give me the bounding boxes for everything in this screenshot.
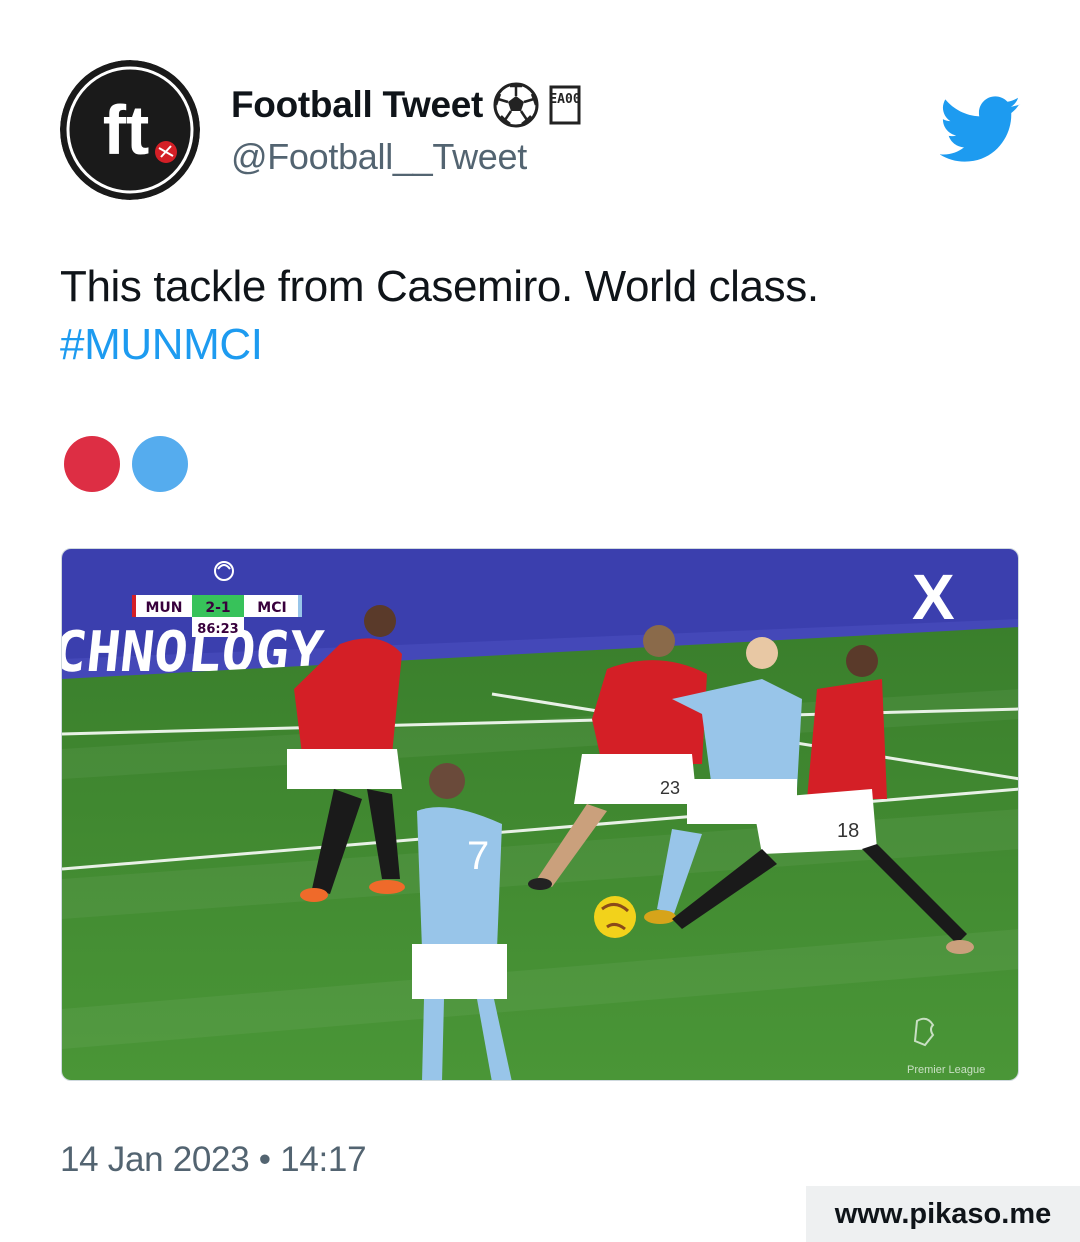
player-number-23: 23 <box>660 778 680 798</box>
scoreboard-away: MCI <box>257 600 286 616</box>
emoji-row <box>64 436 188 492</box>
author-avatar[interactable]: ft <box>60 60 200 200</box>
author-handle[interactable]: @Football__Tweet <box>231 136 527 178</box>
match-scene: CHNOLOGY X MUN 2-1 MCI 86:23 23 18 7 Pre… <box>62 549 1018 1080</box>
twitter-bird-icon[interactable] <box>939 96 1022 164</box>
ea-fc-logo-icon: EA00 <box>549 85 581 125</box>
tweet-media-video-frame[interactable]: CHNOLOGY X MUN 2-1 MCI 86:23 23 18 7 Pre… <box>61 548 1019 1081</box>
site-watermark: www.pikaso.me <box>806 1186 1080 1242</box>
board-logo-text: X <box>912 561 955 633</box>
tweet-timestamp[interactable]: 14 Jan 2023 • 14:17 <box>60 1140 367 1180</box>
avatar-logo-text: ft <box>103 91 150 169</box>
tweet-body: This tackle from Casemiro. World class. … <box>60 258 1020 374</box>
blue-circle-emoji-icon <box>132 436 188 492</box>
author-display-name[interactable]: Football Tweet <box>231 84 483 126</box>
football-tweet-logo: ft <box>60 60 200 200</box>
hashtag-link[interactable]: #MUNMCI <box>60 316 1020 374</box>
scoreboard-score: 2-1 <box>205 600 230 616</box>
scoreboard-home: MUN <box>145 600 182 616</box>
author-name-row: Football Tweet EA00 <box>231 80 581 130</box>
scoreboard-clock: 86:23 <box>197 622 238 637</box>
tweet-text: This tackle from Casemiro. World class. <box>60 262 819 311</box>
ea-badge-text: EA00 <box>549 92 580 107</box>
soccer-ball-icon <box>493 82 539 128</box>
red-circle-emoji-icon <box>64 436 120 492</box>
media-watermark-text: Premier League <box>907 1064 985 1076</box>
player-number-18: 18 <box>837 820 859 842</box>
player-number-7: 7 <box>467 834 489 878</box>
football-ball-icon <box>594 896 636 938</box>
